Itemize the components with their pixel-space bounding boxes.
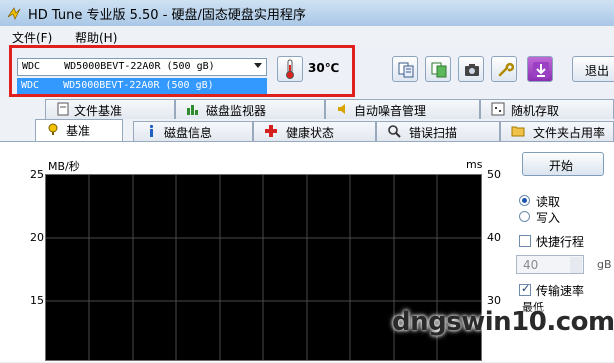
quick-stroke-spinner[interactable]: 40: [516, 255, 584, 274]
benchmark-icon: [48, 123, 58, 135]
temperature-readout: 30℃: [308, 61, 340, 75]
download-arrow-icon: [533, 62, 549, 78]
tab-label: 健康状态: [286, 126, 335, 140]
spin-up-icon[interactable]: [570, 257, 582, 265]
red-highlight-box: [9, 45, 355, 97]
thermometer-icon: [286, 59, 294, 79]
random-access-icon: [491, 102, 505, 116]
write-radio[interactable]: [519, 211, 530, 222]
tab-folder-usage[interactable]: 文件夹占用率: [500, 121, 614, 141]
write-label: 写入: [536, 211, 561, 225]
left-tick-label: 15: [30, 294, 44, 307]
menu-file[interactable]: 文件(F): [12, 29, 52, 46]
camera-icon: [465, 64, 479, 76]
tab-disk-info[interactable]: 磁盘信息: [133, 121, 253, 141]
quick-stroke-value: 40: [523, 258, 539, 272]
folder-icon: [511, 126, 525, 137]
options-button[interactable]: [491, 56, 517, 82]
title-bar: HD Tune 专业版 5.50 - 硬盘/固态硬盘实用程序: [0, 0, 614, 27]
left-tick-label: 25: [30, 168, 44, 181]
exit-label: 退出: [585, 64, 610, 78]
transfer-rate-checkbox[interactable]: [519, 282, 531, 296]
start-label: 开始: [549, 159, 574, 173]
screenshot-button[interactable]: [458, 56, 484, 82]
tab-file-benchmark[interactable]: 文件基准: [45, 99, 175, 119]
tab-label: 随机存取: [511, 104, 560, 118]
tab-label: 错误扫描: [409, 126, 458, 140]
menu-help[interactable]: 帮助(H): [75, 29, 117, 46]
tab-random-access[interactable]: 随机存取: [480, 99, 614, 119]
tab-label: 磁盘信息: [164, 126, 213, 140]
right-tick-label: 30: [487, 294, 501, 307]
read-label: 读取: [536, 195, 561, 209]
tab-label: 基准: [66, 124, 91, 138]
quick-stroke-unit: gB: [597, 258, 612, 271]
spin-down-icon[interactable]: [570, 265, 582, 273]
tab-label: 自动噪音管理: [354, 104, 427, 118]
tab-label: 磁盘监视器: [206, 104, 267, 118]
wrench-icon: [498, 62, 514, 77]
tab-label: 文件基准: [74, 104, 123, 118]
start-button[interactable]: 开始: [522, 152, 604, 176]
file-benchmark-icon: [57, 102, 69, 116]
copy-text-button[interactable]: [392, 56, 418, 82]
temperature-button[interactable]: [277, 56, 303, 82]
read-radio[interactable]: [519, 195, 530, 206]
right-tick-label: 40: [487, 231, 501, 244]
left-axis-unit: MB/秒: [48, 160, 80, 173]
left-tick-label: 20: [30, 231, 44, 244]
window-title: HD Tune 专业版 5.50 - 硬盘/固态硬盘实用程序: [28, 8, 306, 23]
hdtune-app-icon: [7, 7, 21, 20]
speaker-icon: [338, 104, 345, 114]
transfer-rate-label: 传输速率: [536, 284, 585, 298]
tab-disk-monitor[interactable]: 磁盘监视器: [175, 99, 325, 119]
menu-bar: 文件(F) 帮助(H): [0, 26, 614, 47]
disk-monitor-icon: [187, 105, 198, 115]
health-cross-icon: [265, 125, 277, 137]
tab-error-scan[interactable]: 错误扫描: [376, 121, 500, 141]
copy-text-icon: [398, 62, 414, 78]
exit-button[interactable]: 退出: [572, 56, 614, 82]
info-icon: [149, 124, 154, 137]
site-watermark: dngswin10.com: [392, 307, 614, 337]
tab-label: 文件夹占用率: [533, 126, 606, 140]
tab-noise-management[interactable]: 自动噪音管理: [325, 99, 480, 119]
magnifier-icon: [388, 125, 401, 138]
quick-stroke-checkbox[interactable]: [519, 235, 531, 247]
tab-benchmark[interactable]: 基准: [35, 119, 123, 141]
quick-stroke-label: 快捷行程: [536, 235, 585, 249]
right-axis-unit: ms: [466, 158, 483, 171]
copy-all-button[interactable]: [425, 56, 451, 82]
right-tick-label: 50: [487, 168, 501, 181]
save-button[interactable]: [527, 56, 553, 82]
copy-green-icon: [431, 62, 447, 78]
tab-health[interactable]: 健康状态: [253, 121, 376, 141]
